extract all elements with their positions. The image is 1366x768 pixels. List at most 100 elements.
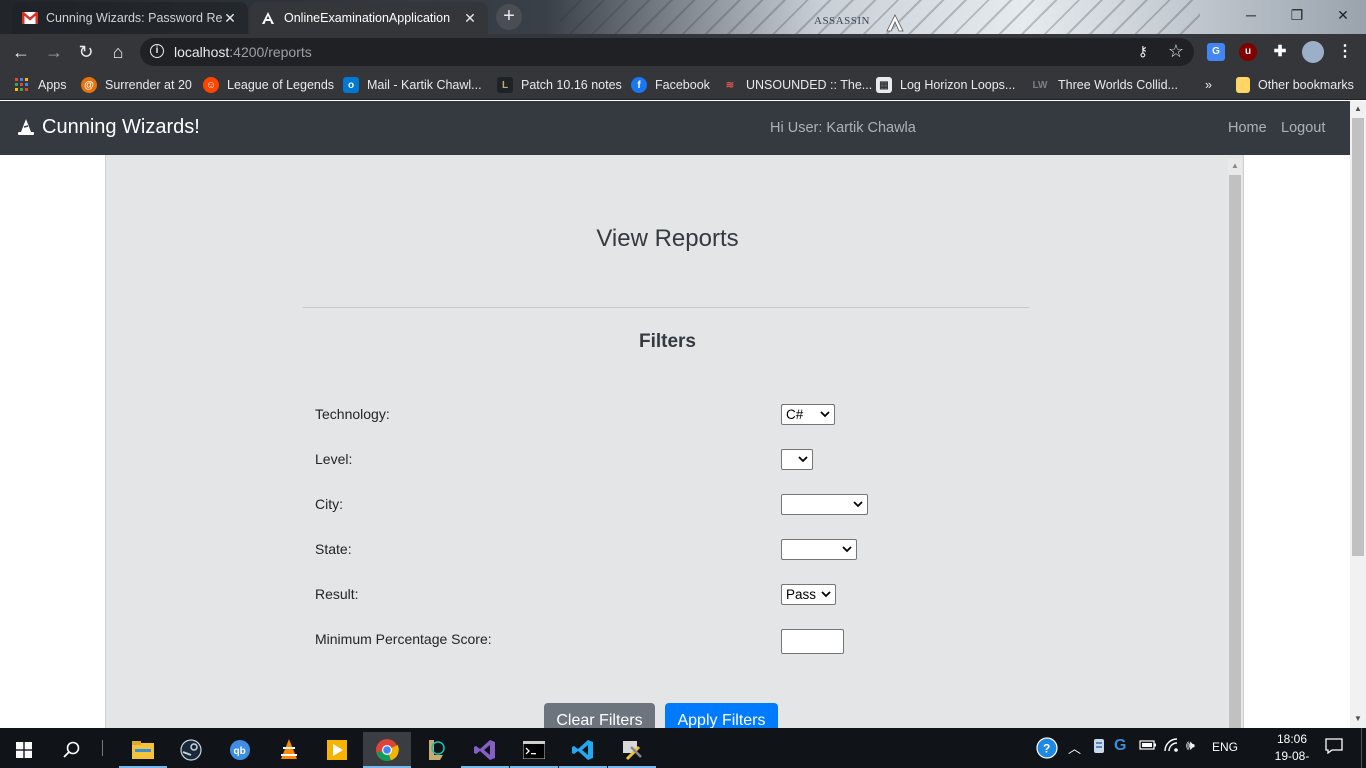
menu-kebab-icon[interactable]: ⋮	[1336, 43, 1354, 61]
url-text[interactable]: localhost:4200/reports	[174, 44, 312, 60]
min-score-input[interactable]	[781, 629, 844, 654]
show-desktop-button[interactable]	[1361, 728, 1366, 768]
taskbar-vscode[interactable]	[559, 732, 607, 768]
qbittorrent-icon: qb	[230, 740, 250, 760]
address-bar[interactable]: i localhost:4200/reports ⚷ ☆	[140, 38, 1194, 66]
taskbar-league-client[interactable]	[412, 732, 460, 768]
back-icon[interactable]: ←	[10, 41, 32, 63]
new-tab-button[interactable]: +	[496, 4, 522, 30]
card-scroll-thumb[interactable]	[1229, 175, 1241, 728]
taskbar-file-explorer[interactable]	[119, 732, 167, 768]
close-window-button[interactable]: ✕	[1320, 0, 1366, 30]
scroll-down-arrow-icon[interactable]: ▼	[1354, 714, 1362, 723]
home-icon[interactable]: ⌂	[107, 41, 129, 63]
bookmark-other[interactable]: Other bookmarks	[1236, 76, 1354, 94]
language-indicator[interactable]: ENG	[1212, 740, 1238, 754]
visual-studio-icon	[474, 740, 495, 760]
level-select[interactable]	[781, 449, 813, 470]
result-label: Result:	[315, 586, 359, 602]
reports-card: View Reports Filters Technology: C# Leve…	[105, 155, 1244, 728]
divider	[303, 307, 1029, 308]
notifications-icon[interactable]	[1325, 738, 1343, 757]
page-scroll-thumb[interactable]	[1352, 118, 1364, 556]
technology-select[interactable]: C#	[781, 404, 835, 425]
taskbar-media-player[interactable]	[313, 732, 361, 768]
facebook-icon: f	[631, 77, 647, 93]
help-icon[interactable]: ?	[1036, 737, 1058, 762]
chrome-icon	[376, 739, 399, 762]
tab-gmail[interactable]: Cunning Wizards: Password Rese ✕	[12, 2, 248, 34]
vlc-icon	[281, 739, 297, 759]
technology-label: Technology:	[315, 406, 390, 422]
bookmark-unsounded[interactable]: ≋ UNSOUNDED :: The...	[722, 76, 872, 94]
extensions-puzzle-icon[interactable]: ✚	[1271, 43, 1289, 61]
bookmark-facebook[interactable]: f Facebook	[631, 76, 710, 94]
google-translate-icon[interactable]: G	[1207, 43, 1225, 61]
state-select[interactable]	[781, 539, 857, 560]
nav-logout-link[interactable]: Logout	[1281, 120, 1325, 136]
taskbar-tools[interactable]	[608, 732, 656, 768]
tools-icon	[623, 741, 642, 761]
building-icon: ▦	[876, 77, 892, 93]
bookmark-apps[interactable]: Apps	[14, 76, 67, 94]
bookmark-league-reddit[interactable]: ☺ League of Legends	[203, 76, 334, 94]
city-select[interactable]	[781, 494, 868, 515]
bookmark-surrender[interactable]: @ Surrender at 20	[81, 76, 192, 94]
scroll-up-arrow-icon[interactable]: ▲	[1354, 104, 1362, 113]
result-select[interactable]: Pass	[781, 584, 836, 605]
svg-text:qb: qb	[234, 746, 246, 757]
forward-icon[interactable]: →	[43, 41, 65, 63]
chevron-down-icon	[798, 456, 808, 463]
ublock-icon[interactable]: u	[1239, 43, 1257, 61]
card-scrollbar[interactable]: ▲	[1228, 159, 1242, 728]
close-tab-icon[interactable]: ✕	[222, 10, 238, 27]
page-title: View Reports	[596, 225, 739, 252]
url-host: localhost	[174, 44, 230, 60]
battery-icon[interactable]	[1139, 738, 1157, 755]
tray-overflow-chevron-icon[interactable]: ︿	[1068, 738, 1081, 757]
wifi-icon[interactable]	[1163, 737, 1181, 756]
more-bookmarks-chevron[interactable]: »	[1205, 76, 1212, 94]
taskbar-steam[interactable]	[167, 732, 215, 768]
volume-icon[interactable]: 🕪	[1186, 737, 1195, 754]
tab-title: OnlineExaminationApplication	[284, 11, 451, 25]
bookmark-mail[interactable]: o Mail - Kartik Chawl...	[343, 76, 482, 94]
web-page: Cunning Wizards! Hi User: Kartik Chawla …	[0, 101, 1350, 728]
key-icon[interactable]: ⚷	[1138, 43, 1148, 60]
taskbar-chrome[interactable]	[363, 732, 411, 768]
bookmark-three-worlds[interactable]: LW Three Worlds Collid...	[1030, 76, 1178, 94]
bookmark-label: Three Worlds Collid...	[1058, 78, 1178, 92]
profile-avatar-icon[interactable]	[1302, 41, 1324, 63]
system-clock[interactable]: 18:06 19-08-2020	[1262, 731, 1322, 768]
minimize-button[interactable]: ─	[1228, 0, 1274, 30]
clear-filters-button[interactable]: Clear Filters	[544, 703, 655, 728]
chevron-down-icon	[820, 411, 830, 418]
assassins-symbol-icon	[886, 14, 904, 32]
theme-background	[560, 0, 1200, 34]
logitech-g-icon[interactable]: G	[1114, 737, 1126, 755]
search-button[interactable]	[48, 732, 96, 768]
level-label: Level:	[315, 451, 353, 467]
restore-button[interactable]: ❐	[1274, 0, 1320, 30]
taskbar-qbittorrent[interactable]: qb	[216, 732, 264, 768]
scroll-up-arrow-icon[interactable]: ▲	[1231, 161, 1239, 170]
taskbar-vlc[interactable]	[265, 732, 313, 768]
svg-text:ASSASSINS: ASSASSINS	[814, 15, 870, 27]
page-scrollbar[interactable]: ▲ ▼	[1350, 101, 1366, 728]
site-info-icon[interactable]: i	[150, 44, 164, 58]
tab-online-exam[interactable]: OnlineExaminationApplication ✕	[250, 2, 488, 34]
reload-icon[interactable]: ↻	[75, 41, 97, 63]
windows-start-button[interactable]	[0, 732, 48, 768]
bookmark-log-horizon[interactable]: ▦ Log Horizon Loops...	[876, 76, 1015, 94]
brand-link[interactable]: Cunning Wizards!	[16, 116, 200, 139]
nav-home-link[interactable]: Home	[1228, 120, 1267, 136]
apply-filters-button[interactable]: Apply Filters	[665, 703, 778, 728]
bookmark-label: Other bookmarks	[1258, 78, 1354, 92]
gmail-icon	[22, 10, 38, 26]
taskbar-terminal[interactable]	[510, 732, 558, 768]
bookmark-star-icon[interactable]: ☆	[1168, 41, 1184, 62]
onedrive-icon[interactable]	[1091, 738, 1107, 757]
close-tab-icon[interactable]: ✕	[462, 10, 478, 27]
taskbar-visual-studio[interactable]	[461, 732, 509, 768]
bookmark-patch-notes[interactable]: L Patch 10.16 notes	[497, 76, 622, 94]
